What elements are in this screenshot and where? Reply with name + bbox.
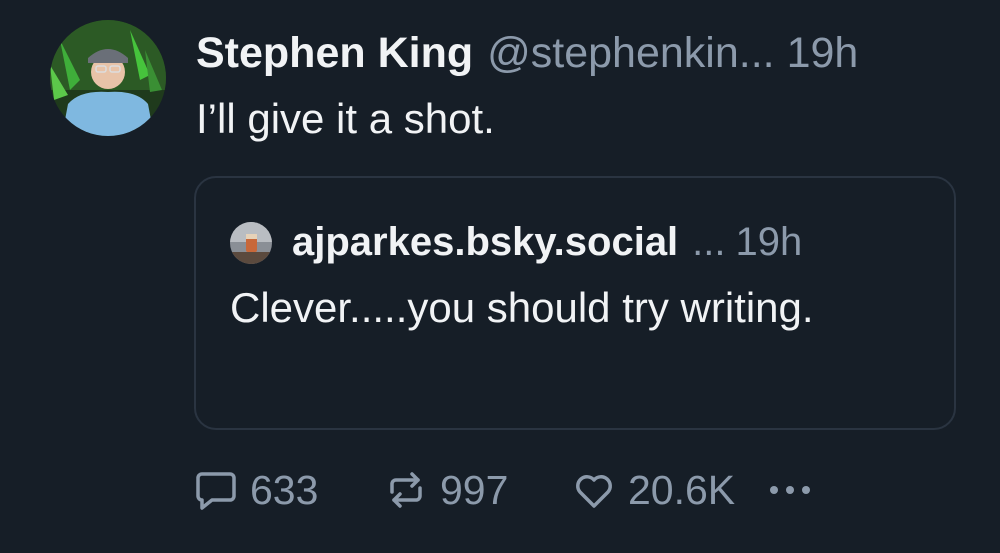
like-count: 20.6K — [628, 466, 736, 513]
quote-author-avatar[interactable] — [230, 222, 272, 264]
author-name[interactable]: Stephen King — [196, 26, 473, 80]
post: Stephen King @stephenkin... 19h I’ll giv… — [0, 0, 1000, 553]
post-timestamp[interactable]: 19h — [787, 26, 859, 80]
quote-text: Clever.....you should try writing. — [230, 284, 814, 331]
ellipsis-icon — [770, 486, 810, 494]
post-text: I’ll give it a shot. — [196, 95, 495, 142]
post-header: Stephen King @stephenkin... 19h — [196, 26, 858, 80]
repost-arrows-icon — [390, 472, 422, 508]
quote-timestamp: 19h — [735, 220, 803, 264]
post-actions: 633 997 20.6K — [194, 462, 814, 518]
speech-bubble-icon — [196, 472, 236, 510]
author-handle[interactable]: @stephenkin... — [487, 26, 774, 80]
quote-header: ajparkes.bsky.social ... 19h — [292, 216, 802, 268]
repost-button[interactable]: 997 — [384, 467, 572, 514]
heart-icon — [576, 475, 612, 508]
reply-button[interactable]: 633 — [194, 467, 384, 514]
author-avatar[interactable] — [50, 20, 166, 136]
quote-author-handle[interactable]: ajparkes.bsky.social — [292, 216, 678, 268]
quoted-post[interactable]: ajparkes.bsky.social ... 19h Clever.....… — [194, 176, 956, 430]
reply-count: 633 — [250, 466, 319, 513]
quote-separator: ... — [692, 220, 726, 264]
repost-count: 997 — [440, 466, 509, 513]
like-button[interactable]: 20.6K — [572, 467, 766, 514]
more-options-button[interactable] — [766, 480, 814, 500]
